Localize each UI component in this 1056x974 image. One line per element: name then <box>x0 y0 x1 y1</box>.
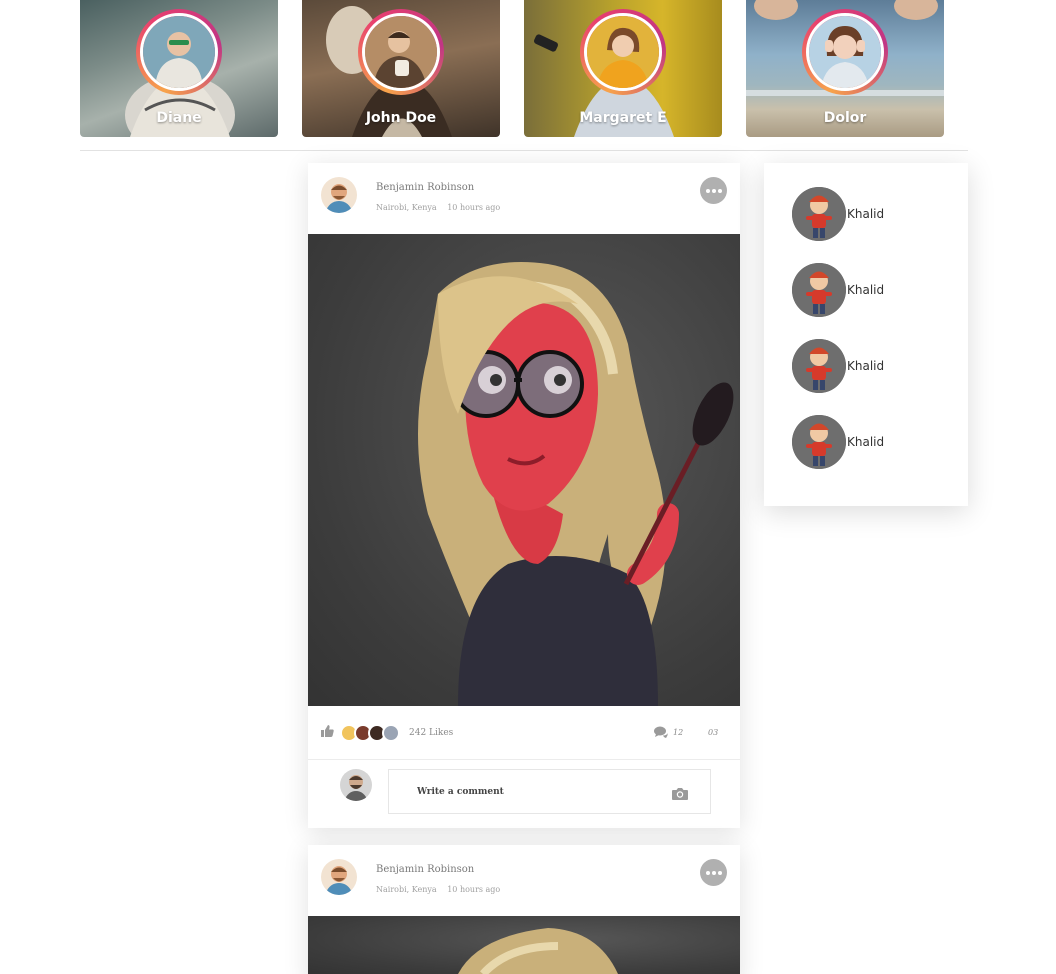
friend-name: Khalid <box>847 435 885 449</box>
post-image[interactable] <box>308 916 740 974</box>
story-avatar-ring <box>580 9 666 95</box>
camera-icon[interactable] <box>672 787 688 800</box>
post-meta: Nairobi, Kenya 10 hours ago <box>376 885 500 894</box>
author-name[interactable]: Benjamin Robinson <box>376 864 474 875</box>
friend-avatar <box>792 415 846 469</box>
story-avatar <box>140 13 218 91</box>
post-time: 10 hours ago <box>447 885 501 894</box>
post-image[interactable] <box>308 234 740 706</box>
more-options-button[interactable] <box>700 859 727 886</box>
story-name: Diane <box>156 110 202 126</box>
story-name: Margaret E <box>579 110 667 126</box>
friend-name: Khalid <box>847 283 885 297</box>
story-card-diane[interactable]: Diane <box>80 0 278 137</box>
post-header: Benjamin Robinson Nairobi, Kenya 10 hour… <box>308 163 740 234</box>
post-header: Benjamin Robinson Nairobi, Kenya 10 hour… <box>308 845 740 916</box>
friend-item[interactable]: Khalid <box>792 415 884 469</box>
friend-item[interactable]: Khalid <box>792 263 884 317</box>
author-avatar[interactable] <box>321 859 357 895</box>
friend-item[interactable]: Khalid <box>792 187 884 241</box>
friend-suggestions-panel: Khalid Khalid Khalid Khalid <box>764 163 968 506</box>
more-icon <box>705 870 710 875</box>
post-card: Benjamin Robinson Nairobi, Kenya 10 hour… <box>308 163 740 828</box>
story-name: Dolor <box>823 110 867 126</box>
story-avatar-ring <box>136 9 222 95</box>
comment-icon[interactable] <box>654 726 668 738</box>
story-name: John Doe <box>365 110 437 126</box>
post-location: Nairobi, Kenya <box>376 885 437 894</box>
comment-row <box>308 760 740 828</box>
story-card-dolor[interactable]: Dolor <box>746 0 944 137</box>
friend-avatar <box>792 339 846 393</box>
friend-item[interactable]: Khalid <box>792 339 884 393</box>
liker-avatar <box>382 724 400 742</box>
likes-count[interactable]: 242 Likes <box>409 728 453 738</box>
friend-name: Khalid <box>847 207 885 221</box>
page: Diane John Doe Margaret E Dolor Benjamin… <box>0 0 1056 974</box>
friend-avatar <box>792 263 846 317</box>
more-icon <box>705 188 710 193</box>
story-card-john-doe[interactable]: John Doe <box>302 0 500 137</box>
story-avatar <box>584 13 662 91</box>
cartoon-girl-illustration <box>418 262 734 706</box>
post-meta: Nairobi, Kenya 10 hours ago <box>376 203 500 212</box>
friend-avatar <box>792 187 846 241</box>
author-avatar[interactable] <box>321 177 357 213</box>
friend-name: Khalid <box>847 359 885 373</box>
post-card: Benjamin Robinson Nairobi, Kenya 10 hour… <box>308 845 740 974</box>
thumbs-up-icon[interactable] <box>321 725 334 737</box>
story-avatar-ring <box>358 9 444 95</box>
comments-count: 12 <box>673 728 684 737</box>
stories-strip: Diane John Doe Margaret E Dolor <box>80 0 968 137</box>
story-card-margaret-e[interactable]: Margaret E <box>524 0 722 137</box>
current-user-avatar <box>340 769 372 801</box>
shares-count[interactable]: 03 <box>708 728 718 737</box>
post-actions: 242 Likes 12 03 <box>308 706 740 760</box>
story-avatar-ring <box>802 9 888 95</box>
cartoon-girl-illustration <box>458 928 618 974</box>
stories-divider <box>80 150 968 151</box>
more-options-button[interactable] <box>700 177 727 204</box>
story-avatar <box>362 13 440 91</box>
author-name[interactable]: Benjamin Robinson <box>376 182 474 193</box>
story-avatar <box>806 13 884 91</box>
post-location: Nairobi, Kenya <box>376 203 437 212</box>
comment-input[interactable] <box>388 769 711 814</box>
post-time: 10 hours ago <box>447 203 501 212</box>
